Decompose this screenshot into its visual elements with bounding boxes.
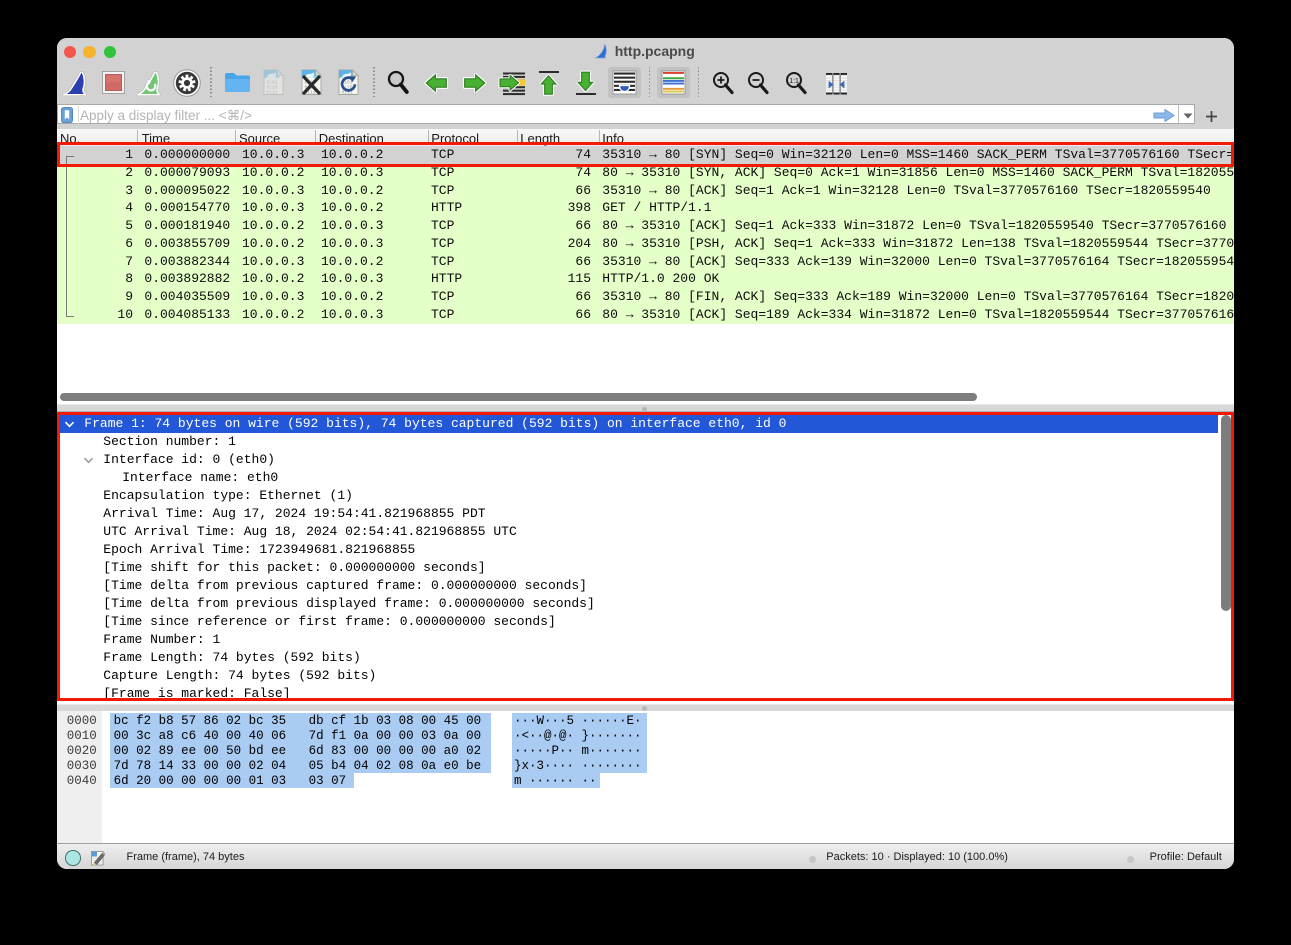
svg-text:1:1: 1:1	[789, 78, 799, 85]
svg-text:0111: 0111	[267, 90, 278, 96]
